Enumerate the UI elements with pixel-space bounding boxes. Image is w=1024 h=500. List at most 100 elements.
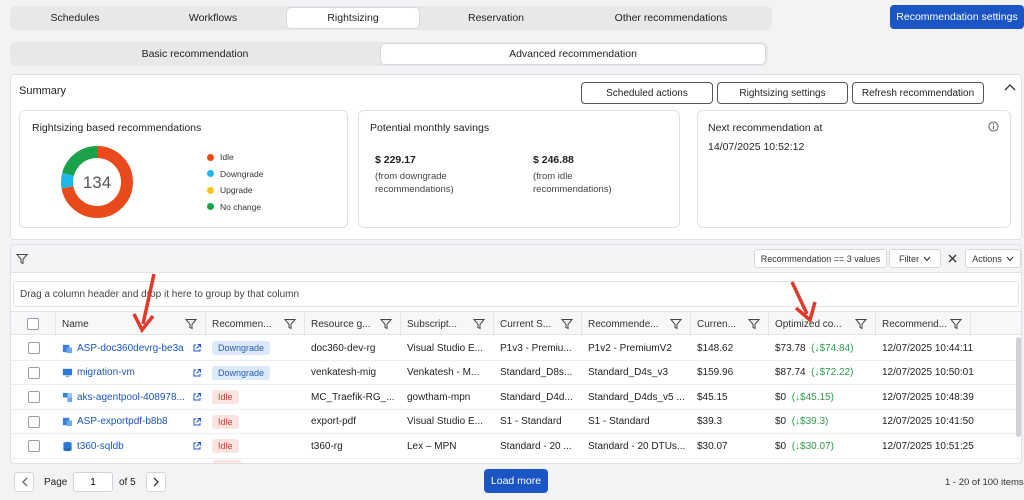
previous-page-button[interactable] <box>14 472 34 492</box>
subscription-cell: Visual Studio E... <box>407 342 483 354</box>
column-header[interactable]: Resource g... <box>305 312 401 336</box>
load-more-button[interactable]: Load more <box>484 469 548 493</box>
optimized-cost-cell: $0 (↓$45.15) <box>775 391 834 403</box>
next-page-button[interactable] <box>146 472 166 492</box>
resource-name-link[interactable]: migration-vm <box>77 367 135 378</box>
recommended-date-cell: 12/07/2025 10:51:25 <box>882 440 974 452</box>
current-cost-cell: $30.07 <box>697 440 728 452</box>
current-sku-cell: Standard_D4d... <box>500 391 573 403</box>
donut-legend: Idle Downgrade Upgrade No change <box>207 149 263 215</box>
chevron-right-icon <box>153 477 159 487</box>
resource-group-cell: venkatesh-mig <box>311 367 377 379</box>
column-header[interactable]: Subscript... <box>401 312 494 336</box>
resource-name-link[interactable]: t360-sqldb <box>77 441 124 452</box>
info-icon[interactable] <box>988 121 999 132</box>
column-header[interactable]: Recommen... <box>206 312 305 336</box>
tab-basic-recommendation[interactable]: Basic recommendation <box>10 43 380 65</box>
idle-savings: $ 246.88 (from idle recommendations) <box>533 154 612 195</box>
recommendation-mode-tabs: Basic recommendation Advanced recommenda… <box>10 42 768 66</box>
row-checkbox[interactable] <box>27 366 40 379</box>
tab-other-recommendations[interactable]: Other recommendations <box>572 7 770 29</box>
tab-advanced-recommendation[interactable]: Advanced recommendation <box>380 43 766 65</box>
recommended-date-cell: 12/07/2025 10:44:11 <box>882 342 974 354</box>
row-checkbox[interactable] <box>27 391 40 404</box>
items-count: 1 - 20 of 100 items <box>945 477 1024 488</box>
column-filter-icon[interactable] <box>950 318 962 330</box>
recommended-date-cell: 12/07/2025 10:41:50 <box>882 416 974 428</box>
chevron-up-icon[interactable] <box>1004 83 1016 93</box>
tab-workflows[interactable]: Workflows <box>140 7 286 29</box>
table-row[interactable]: t360-sqldb Idle t360-rg Lex – MPN Standard -… <box>11 434 1021 459</box>
open-external-icon[interactable] <box>192 368 202 378</box>
recommended-sku-cell: Standard - 20 DTUs... <box>588 440 686 452</box>
row-checkbox[interactable] <box>27 342 40 354</box>
table-row[interactable]: aks-agentpool-408978... Idle MC_Traefik-RG… <box>11 385 1021 410</box>
open-external-icon[interactable] <box>192 392 202 402</box>
resource-name-link[interactable]: ASP-doc360devrg-be3a <box>77 343 184 354</box>
current-sku-cell: Standard_D8s... <box>500 367 573 379</box>
actions-dropdown-button[interactable]: Actions <box>965 249 1021 268</box>
column-filter-icon[interactable] <box>284 318 296 330</box>
resource-name-link[interactable]: ASP-exportpdf-b8b8 <box>77 416 168 427</box>
legend-upgrade: Upgrade <box>207 182 263 199</box>
tab-reservation[interactable]: Reservation <box>420 7 572 29</box>
column-header[interactable]: Recommende... <box>582 312 691 336</box>
legend-no-change: No change <box>207 199 263 216</box>
downgrade-dot-icon <box>207 170 214 178</box>
recommendation-badge: Downgrade <box>212 341 271 355</box>
rightsizing-recommendations-card: Rightsizing based recommendations 134 Id… <box>19 110 348 228</box>
no-change-dot-icon <box>207 203 214 211</box>
potential-savings-card: Potential monthly savings $ 229.17 (from… <box>358 110 680 228</box>
open-external-icon[interactable] <box>192 417 202 427</box>
column-header[interactable]: Current S... <box>494 312 582 336</box>
summary-title: Summary <box>19 85 67 97</box>
tab-rightsizing[interactable]: Rightsizing <box>286 7 420 29</box>
column-filter-icon[interactable] <box>473 318 485 330</box>
optimized-cost-cell: $0 (↓$30.07) <box>775 440 834 452</box>
annotation-arrow <box>132 273 156 334</box>
card-title: Rightsizing based recommendations <box>32 122 202 134</box>
row-checkbox[interactable] <box>27 415 40 428</box>
rightsizing-settings-button[interactable]: Rightsizing settings <box>717 82 848 104</box>
column-filter-icon[interactable] <box>748 318 760 330</box>
legend-idle: Idle <box>207 149 263 166</box>
optimized-cost-cell: $0 (↓$39.3) <box>775 416 829 428</box>
open-external-icon[interactable] <box>192 441 202 451</box>
recommendation-settings-button[interactable]: Recommendation settings <box>890 5 1024 29</box>
column-filter-icon[interactable] <box>185 318 197 330</box>
subscription-cell: gowtham-mpn <box>407 391 471 403</box>
recommended-sku-cell: P1v2 - PremiumV2 <box>588 342 672 354</box>
column-filter-icon[interactable] <box>561 318 573 330</box>
current-cost-cell: $159.96 <box>697 367 734 379</box>
scheduled-actions-button[interactable]: Scheduled actions <box>581 82 713 104</box>
current-cost-cell: $148.62 <box>697 342 734 354</box>
select-all-checkbox[interactable] <box>27 318 39 330</box>
open-external-icon[interactable] <box>192 343 202 353</box>
filter-dropdown-button[interactable]: Filter <box>889 249 941 268</box>
tab-schedules[interactable]: Schedules <box>10 7 140 29</box>
resource-name-link[interactable]: aks-agentpool-408978... <box>77 392 185 403</box>
column-header[interactable]: Curren... <box>691 312 769 336</box>
table-row[interactable]: ASP-exportpdf-b8b8 Idle export-pdf Visual S… <box>11 410 1021 435</box>
grid-scrollbar[interactable] <box>1016 337 1021 437</box>
downgrade-savings: $ 229.17 (from downgrade recommendations) <box>375 154 454 195</box>
table-row[interactable]: migration-vm Downgrade venkatesh-mig Venkat… <box>11 361 1021 386</box>
current-sku-cell: S1 - Standard <box>500 416 562 428</box>
virtual-machine-icon <box>62 368 73 378</box>
page-count: of 5 <box>119 477 136 488</box>
optimized-cost-cell: $87.74 (↓$72.22) <box>775 367 854 379</box>
column-filter-icon[interactable] <box>855 318 867 330</box>
column-header[interactable]: Recommend... <box>876 312 971 336</box>
subscription-cell: Visual Studio E... <box>407 416 483 428</box>
column-filter-icon[interactable] <box>380 318 392 330</box>
filter-icon[interactable] <box>16 253 28 265</box>
card-title: Next recommendation at <box>708 122 823 134</box>
refresh-recommendation-button[interactable]: Refresh recommendation <box>852 82 984 104</box>
clear-filter-icon[interactable] <box>948 254 957 263</box>
page-number-input[interactable] <box>73 472 113 492</box>
row-checkbox[interactable] <box>27 440 40 453</box>
active-filter-chip[interactable]: Recommendation == 3 values <box>754 249 887 268</box>
current-cost-cell: $39.3 <box>697 416 723 428</box>
recommendation-badge: Idle <box>212 390 239 405</box>
column-filter-icon[interactable] <box>670 318 682 330</box>
